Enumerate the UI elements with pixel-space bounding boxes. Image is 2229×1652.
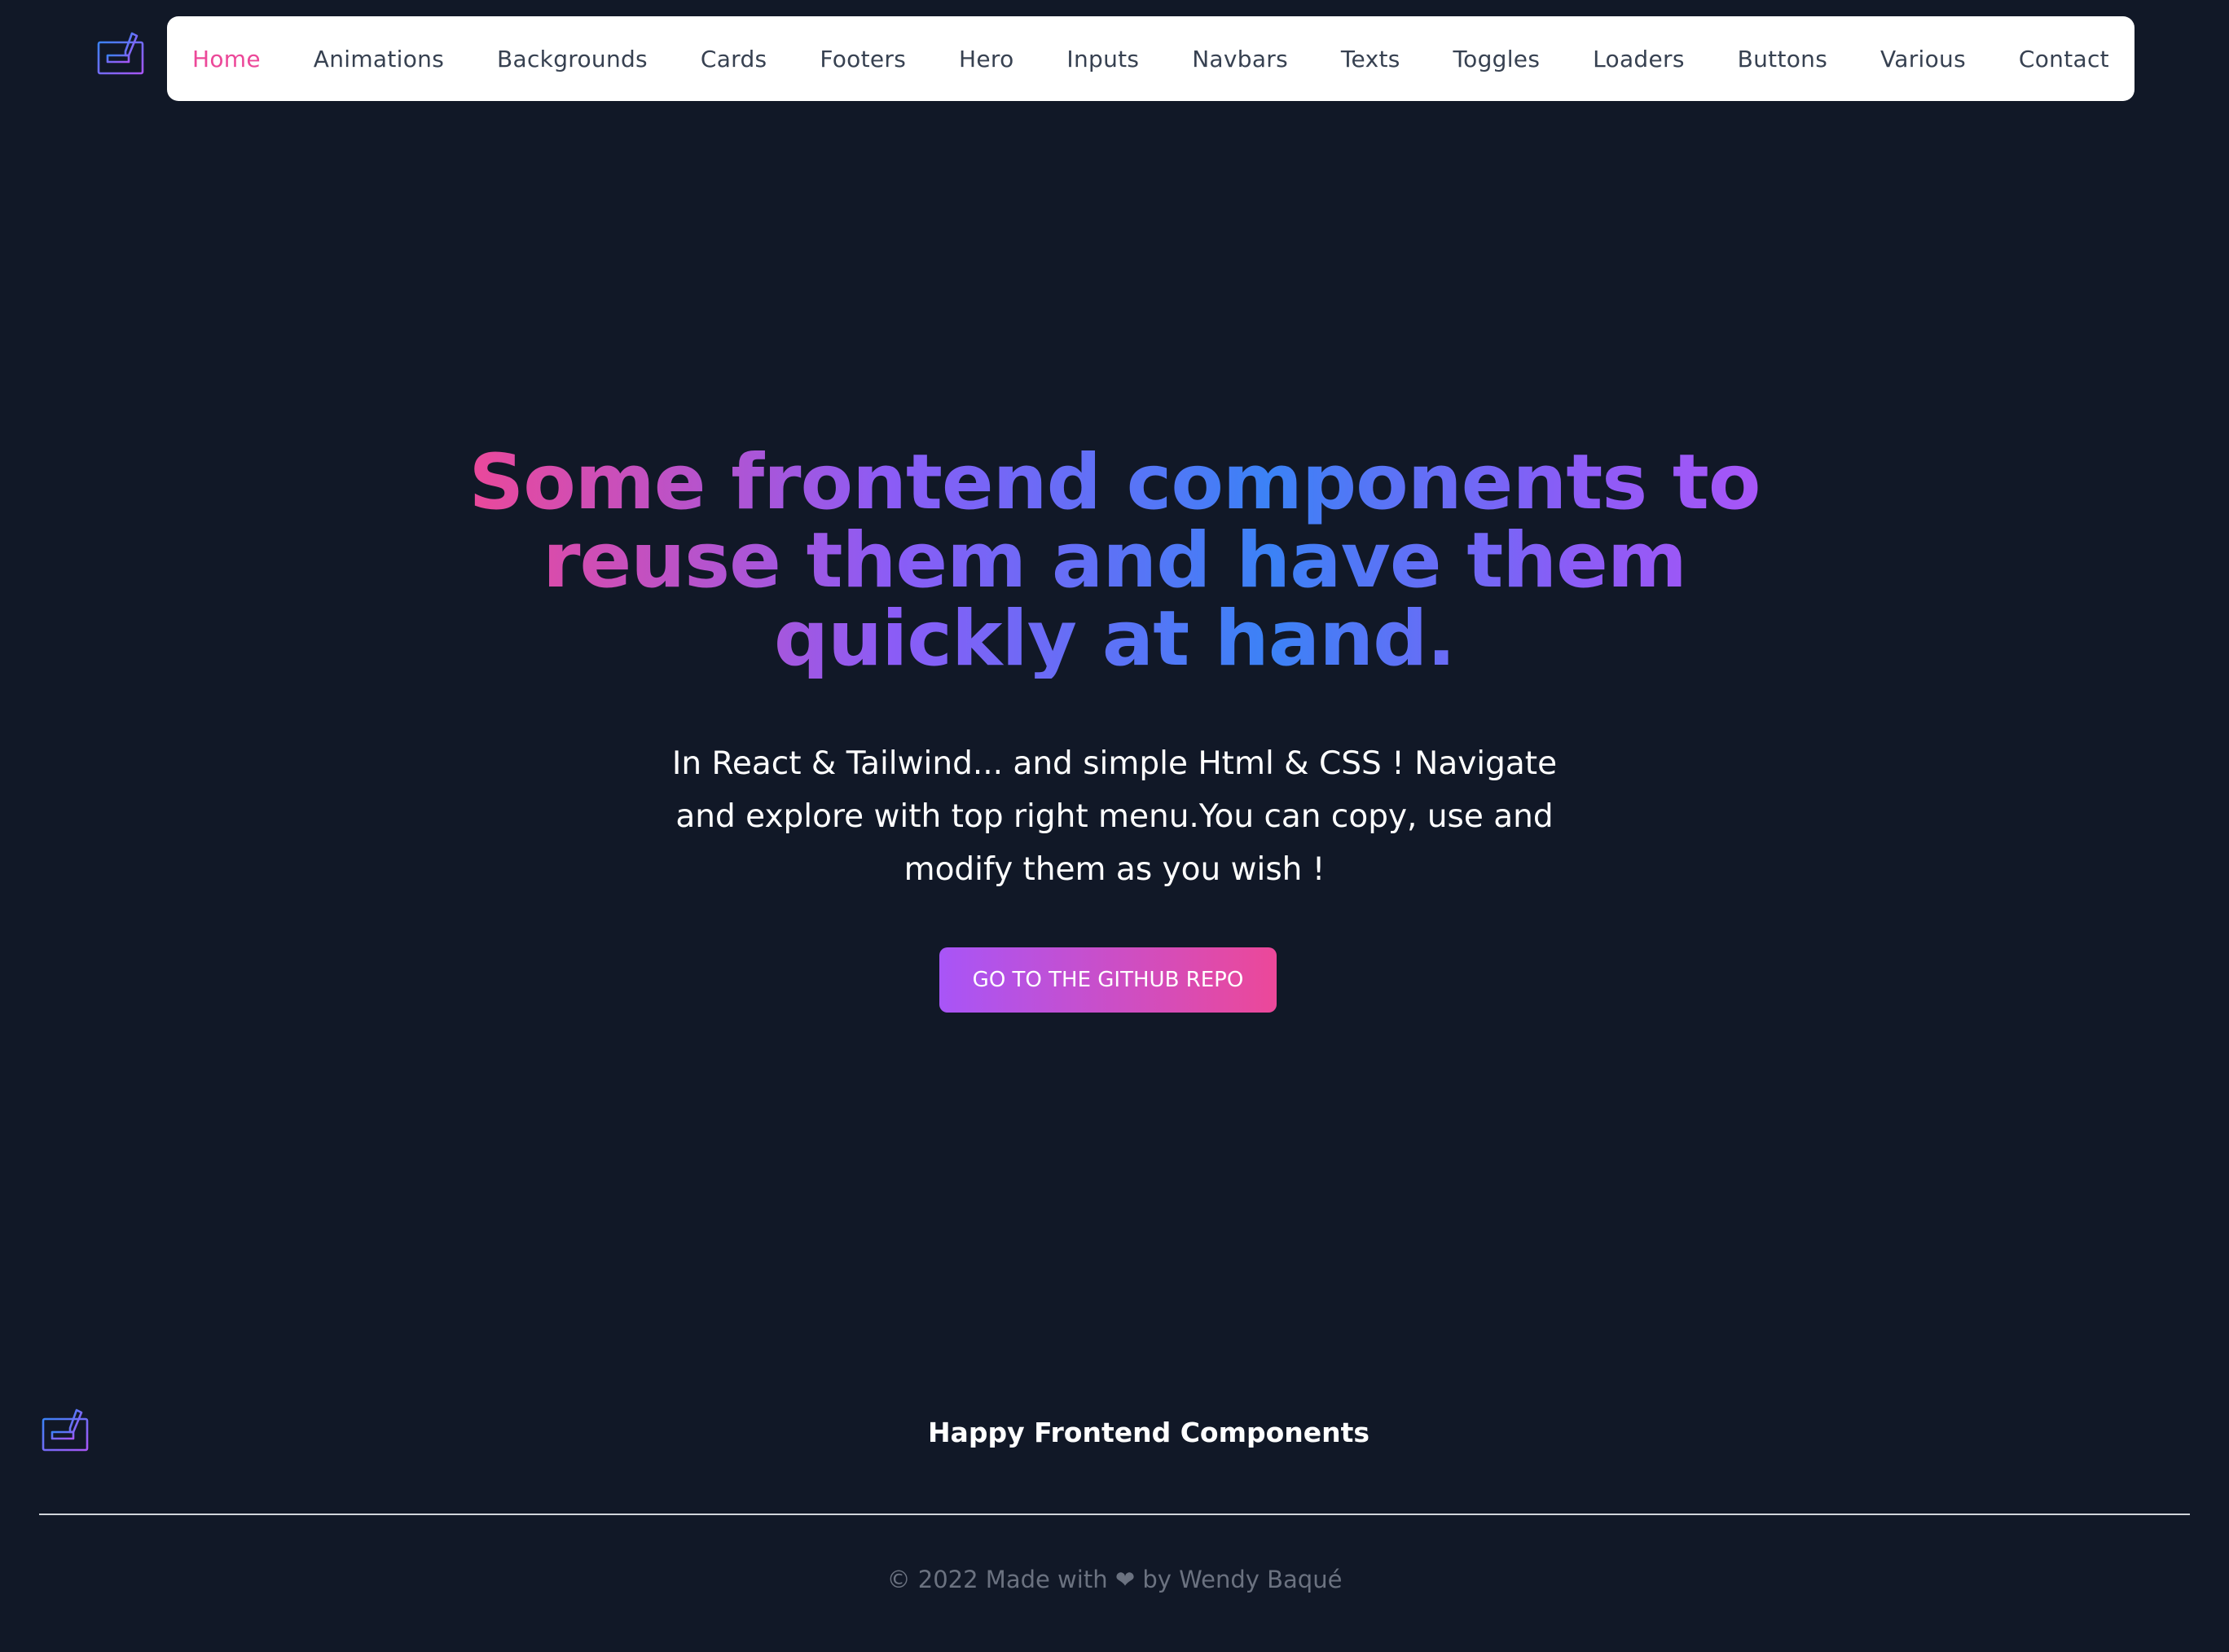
nav-item-animations[interactable]: Animations xyxy=(314,46,444,72)
nav-item-footers[interactable]: Footers xyxy=(820,46,906,72)
copyright-prefix: © 2022 Made with xyxy=(886,1566,1108,1593)
hero-subtitle: In React & Tailwind... and simple Html &… xyxy=(671,745,1558,888)
nav-item-hero[interactable]: Hero xyxy=(959,46,1014,72)
hero-title: Some frontend components to reuse them a… xyxy=(463,444,1766,679)
footer-title: Happy Frontend Components xyxy=(927,1417,1370,1448)
github-repo-button[interactable]: GO TO THE GITHUB REPO xyxy=(939,947,1277,1013)
nav-item-buttons[interactable]: Buttons xyxy=(1738,46,1827,72)
nav-item-navbars[interactable]: Navbars xyxy=(1192,46,1288,72)
nav-item-cards[interactable]: Cards xyxy=(701,46,767,72)
copyright-text: © 2022 Made with ❤ by Wendy Baqué xyxy=(707,1566,1522,1593)
top-navbar: Home Animations Backgrounds Cards Footer… xyxy=(167,16,2134,101)
footer-divider xyxy=(39,1514,2190,1515)
nav-item-toggles[interactable]: Toggles xyxy=(1453,46,1541,72)
logo-monitor-pencil-icon[interactable] xyxy=(96,31,145,86)
nav-item-home[interactable]: Home xyxy=(192,46,261,72)
nav-item-loaders[interactable]: Loaders xyxy=(1593,46,1685,72)
nav-item-contact[interactable]: Contact xyxy=(2019,46,2109,72)
nav-item-inputs[interactable]: Inputs xyxy=(1066,46,1139,72)
nav-item-various[interactable]: Various xyxy=(1880,46,1966,72)
footer-logo-monitor-pencil-icon[interactable] xyxy=(41,1408,90,1463)
copyright-suffix: by Wendy Baqué xyxy=(1142,1566,1343,1593)
heart-icon: ❤ xyxy=(1114,1566,1136,1593)
nav-item-backgrounds[interactable]: Backgrounds xyxy=(497,46,648,72)
nav-item-texts[interactable]: Texts xyxy=(1341,46,1400,72)
